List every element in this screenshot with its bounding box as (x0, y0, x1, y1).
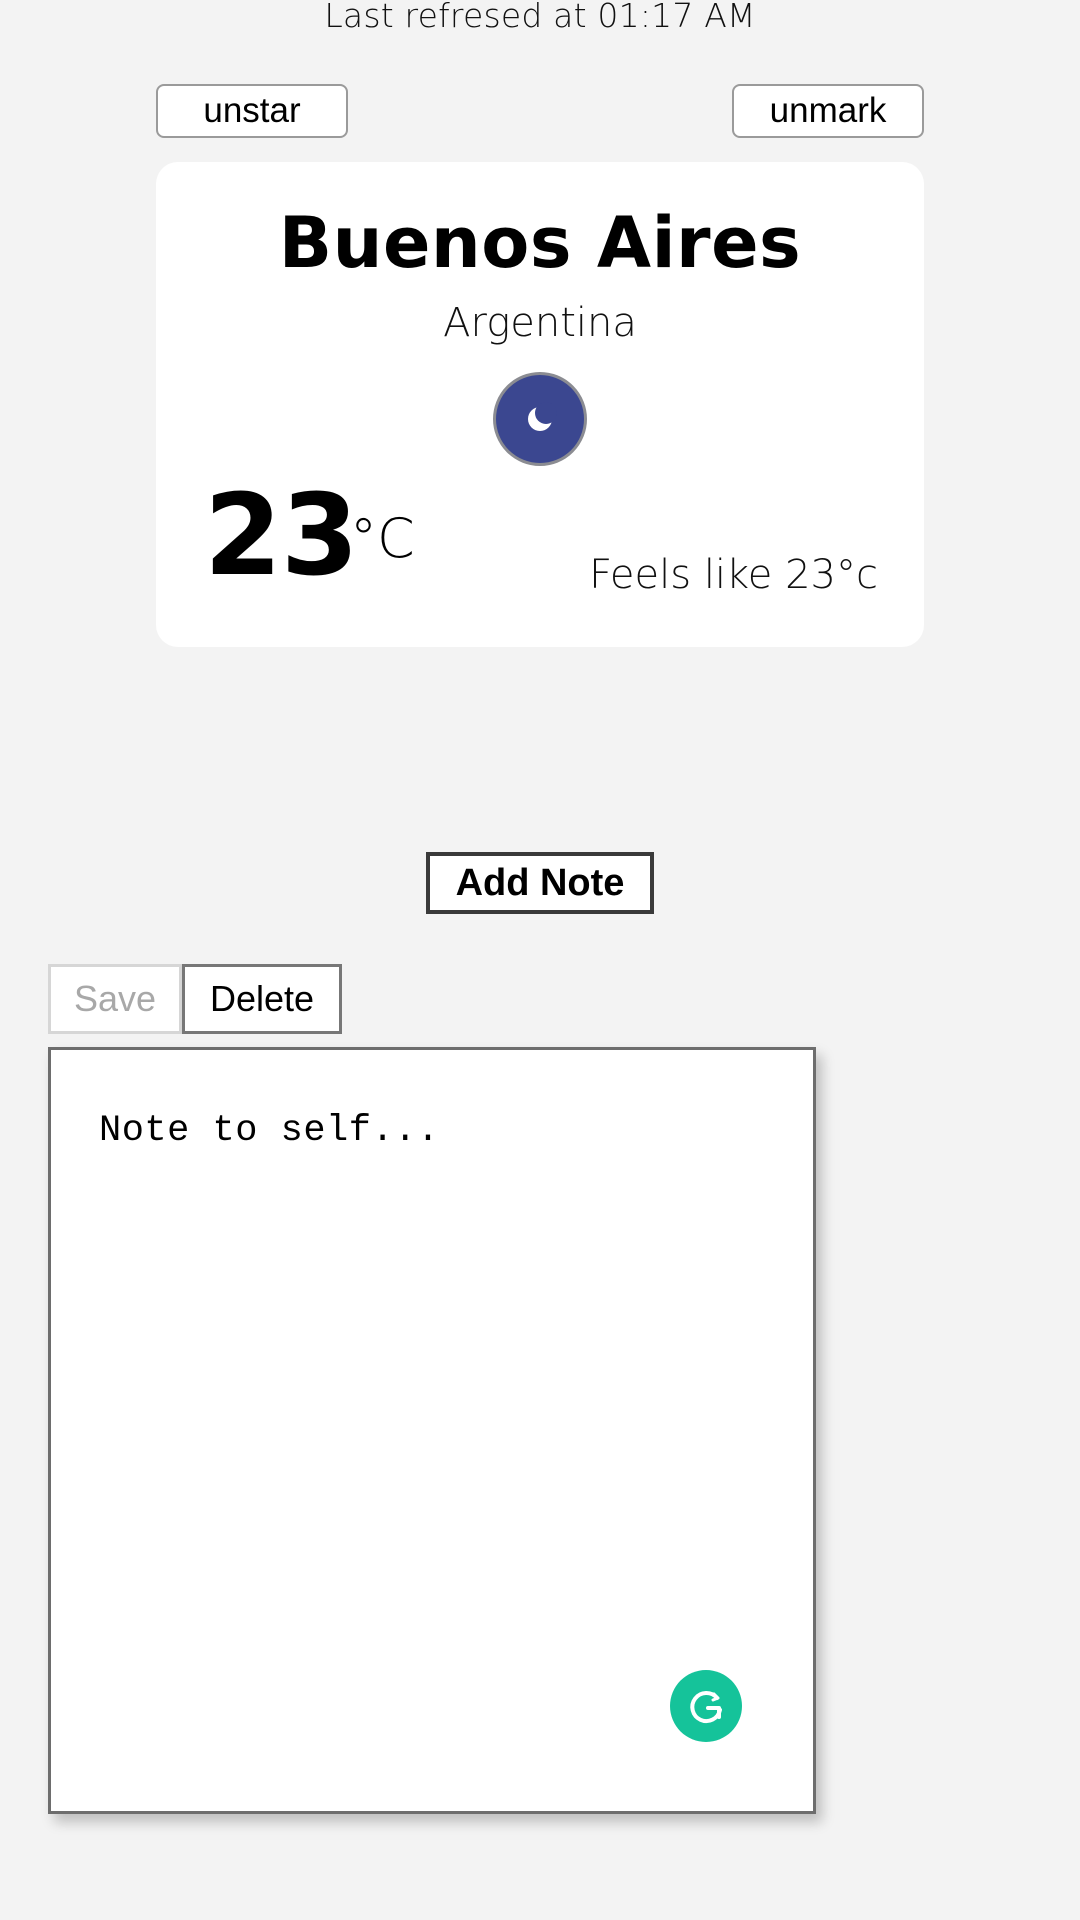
note-textarea[interactable]: Note to self... (48, 1047, 816, 1814)
add-note-button[interactable]: Add Note (426, 852, 654, 914)
moon-icon (493, 372, 587, 466)
unmark-button[interactable]: unmark (732, 84, 924, 138)
last-refreshed-text: Last refresed at 01:17 AM (324, 0, 756, 35)
feels-like-text: Feels like 23°c (589, 552, 878, 598)
temperature-value: 23 (204, 471, 359, 601)
save-button[interactable]: Save (48, 964, 182, 1034)
unstar-button[interactable]: unstar (156, 84, 348, 138)
grammarly-icon[interactable] (670, 1670, 742, 1742)
delete-button[interactable]: Delete (182, 964, 342, 1034)
weather-page: Last refresed at 01:17 AM unstar unmark … (0, 0, 1080, 1920)
note-text[interactable]: Note to self... (99, 1110, 440, 1152)
country-name: Argentina (443, 300, 637, 346)
weather-card: Buenos Aires Argentina 23 °C Feels like … (156, 162, 924, 647)
temperature-unit: °C (350, 507, 415, 570)
city-name: Buenos Aires (278, 202, 802, 284)
